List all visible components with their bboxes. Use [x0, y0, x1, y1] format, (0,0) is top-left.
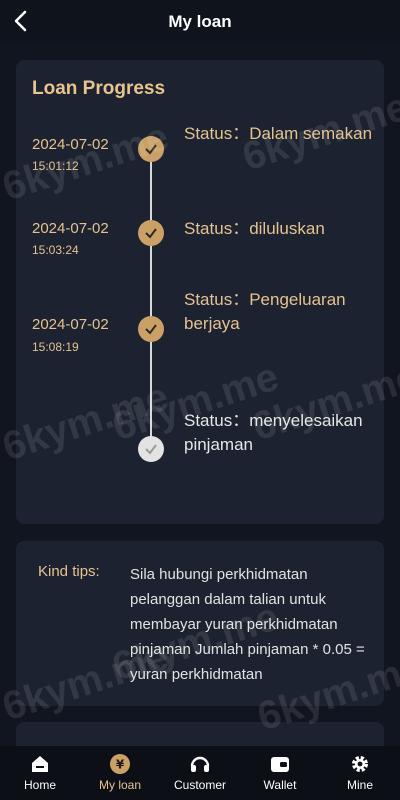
step-time: 15:01:12	[32, 159, 79, 173]
top-bar: My loan	[0, 0, 400, 44]
nav-label: Customer	[173, 778, 226, 792]
nav-mine[interactable]: Mine	[320, 746, 400, 800]
step-status: Status：diluluskan	[184, 219, 325, 238]
headset-icon	[190, 756, 210, 772]
loan-progress-card: Loan Progress 2024-07-02 15:01:12 Status…	[16, 60, 384, 524]
nav-home[interactable]: Home	[0, 746, 80, 800]
timeline-line	[150, 149, 152, 449]
nav-label: Home	[23, 778, 56, 792]
home-icon	[32, 756, 48, 772]
nav-customer[interactable]: Customer	[160, 746, 240, 800]
step-date: 2024-07-02	[32, 316, 109, 333]
kind-tips-card: Kind tips: Sila hubungi perkhidmatan pel…	[16, 541, 384, 706]
check-icon	[138, 220, 164, 246]
nav-wallet[interactable]: Wallet	[240, 746, 320, 800]
step-status: Status：menyelesaikan pinjaman	[184, 411, 363, 454]
nav-label: Mine	[346, 778, 373, 792]
section-title: Loan Progress	[32, 78, 166, 99]
wallet-icon	[271, 757, 289, 772]
step-time: 15:08:19	[32, 340, 79, 354]
step-status: Status：Dalam semakan	[184, 124, 373, 143]
bottom-nav: Home ¥ My loan Customer Wallet Mine	[0, 746, 400, 800]
step-time: 15:03:24	[32, 243, 79, 257]
step-status: Status：Pengeluaran berjaya	[184, 290, 346, 333]
gear-icon	[352, 756, 368, 772]
svg-text:¥: ¥	[116, 758, 125, 772]
loan-icon: ¥	[110, 754, 130, 774]
check-icon	[138, 136, 164, 162]
check-icon	[138, 436, 164, 462]
back-arrow-icon[interactable]	[10, 8, 32, 34]
tips-text: Sila hubungi perkhidmatan pelanggan dala…	[130, 566, 365, 683]
page-title: My loan	[168, 12, 232, 31]
step-date: 2024-07-02	[32, 220, 109, 237]
nav-label: Wallet	[263, 778, 297, 792]
nav-my-loan[interactable]: ¥ My loan	[80, 746, 160, 800]
nav-label: My loan	[98, 778, 142, 792]
check-icon	[138, 316, 164, 342]
step-date: 2024-07-02	[32, 136, 109, 153]
tips-label: Kind tips:	[38, 563, 100, 580]
